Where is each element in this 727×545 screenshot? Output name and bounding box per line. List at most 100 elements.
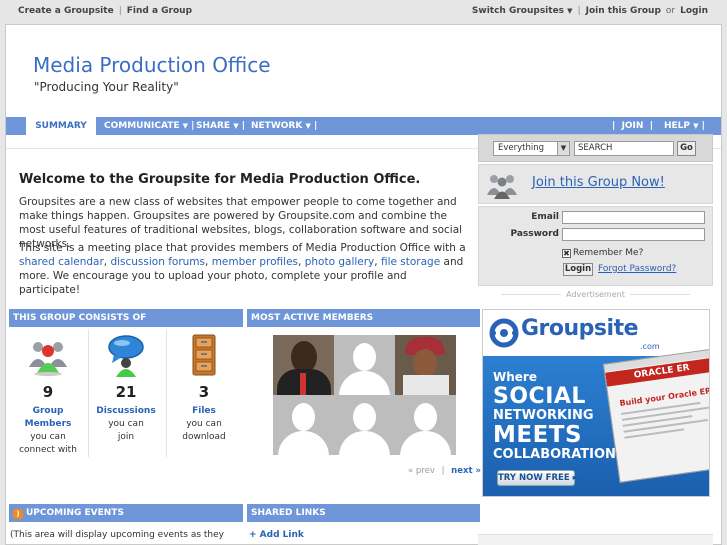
divider	[88, 329, 89, 457]
members-label[interactable]: Group Members	[12, 405, 84, 431]
tab-network-label: NETWORK	[251, 121, 303, 131]
ad-screenshot-title: Build your Oracle ERP	[619, 385, 710, 409]
forgot-password-link[interactable]: Forgot Password?	[598, 264, 676, 274]
file-storage-link[interactable]: file storage	[381, 256, 440, 268]
caret-down-icon: ▼	[693, 122, 699, 130]
members-label-line1: Group	[32, 406, 64, 416]
member-avatar-placeholder[interactable]	[395, 395, 456, 455]
members-icon	[485, 171, 519, 199]
switch-groupsites-menu[interactable]: Switch Groupsites ▼	[472, 6, 573, 16]
or-text: or	[665, 6, 676, 16]
find-group-link[interactable]: Find a Group	[127, 6, 192, 16]
checkbox-checked-icon: ✖	[562, 249, 571, 258]
tab-join[interactable]: | JOIN |	[612, 117, 653, 135]
try-now-free-button[interactable]: TRY NOW FREE ▸	[497, 470, 577, 486]
groupsite-logo-icon	[489, 318, 519, 348]
top-left-links: Create a Groupsite | Find a Group	[18, 6, 192, 16]
email-field[interactable]	[562, 211, 705, 224]
meeting-place-paragraph: This site is a meeting place that provid…	[19, 241, 469, 297]
welcome-heading: Welcome to the Groupsite for Media Produ…	[19, 172, 421, 187]
ad-line-where: Where	[493, 370, 537, 384]
search-scope-select[interactable]: Everything ▼	[493, 141, 570, 156]
most-active-members-heading: MOST ACTIVE MEMBERS	[247, 309, 480, 327]
ad-screenshot: ORACLE ER Build your Oracle ERP	[603, 347, 710, 483]
rss-icon[interactable]: )	[13, 509, 23, 519]
tab-summary[interactable]: SUMMARY	[26, 117, 96, 136]
stat-files[interactable]: 3 Files you can download	[168, 333, 240, 444]
top-utility-bar: Create a Groupsite | Find a Group Switch G…	[0, 0, 727, 24]
password-label: Password	[510, 229, 559, 239]
comma: ,	[298, 256, 305, 268]
switch-groupsites-label: Switch Groupsites	[471, 6, 565, 16]
member-avatar-placeholder[interactable]	[334, 395, 395, 455]
join-group-panel: Join this Group Now!	[478, 164, 713, 204]
tab-network[interactable]: NETWORK ▼ |	[251, 117, 317, 135]
add-link-button[interactable]: + Add Link	[249, 530, 304, 540]
next-panel-edge	[478, 534, 713, 545]
tab-communicate[interactable]: COMMUNICATE ▼ |	[104, 117, 194, 135]
stat-discussions[interactable]: 21 Discussions you can join	[90, 333, 162, 444]
discussions-desc-line1: you can	[108, 419, 144, 429]
login-link[interactable]: Login	[680, 6, 708, 16]
discussion-forums-link[interactable]: discussion forums	[110, 256, 205, 268]
tab-help-label: HELP	[664, 121, 691, 131]
advertisement-label: Advertisement	[478, 290, 713, 299]
remember-me-checkbox[interactable]: ✖ Remember Me?	[562, 248, 643, 258]
site-title[interactable]: Media Production Office	[33, 53, 271, 77]
join-group-link[interactable]: Join this Group	[586, 6, 661, 16]
groupsite-logo-text: Groupsite	[521, 316, 639, 341]
member-profiles-link[interactable]: member profiles	[212, 256, 298, 268]
divider: |	[118, 6, 122, 16]
chevron-down-icon: ▼	[557, 142, 569, 155]
top-right-links: Switch Groupsites ▼ | Join this Group or Log…	[472, 6, 708, 16]
members-label-line2: Members	[24, 419, 72, 429]
files-desc-line2: download	[182, 432, 226, 442]
member-photo[interactable]	[273, 335, 334, 395]
pager-divider: |	[441, 466, 445, 476]
prev-link[interactable]: « prev	[408, 466, 435, 476]
tab-help[interactable]: HELP ▼ |	[664, 117, 705, 135]
ad-line-social: SOCIAL	[493, 384, 586, 409]
search-input[interactable]: SEARCH	[574, 141, 674, 156]
ad-line-networking: NETWORKING	[493, 408, 594, 423]
stat-members[interactable]: 9 Group Members you can connect with	[12, 333, 84, 457]
caret-down-icon: ▼	[305, 122, 311, 130]
search-go-button[interactable]: Go	[677, 141, 696, 156]
caret-down-icon: ▼	[567, 7, 573, 15]
discussions-desc-line2: join	[117, 432, 135, 442]
password-field[interactable]	[562, 228, 705, 241]
groupsite-advertisement[interactable]: Groupsite .com ORACLE ER Build your Orac…	[482, 309, 710, 497]
files-desc: you can download	[168, 418, 240, 444]
next-link[interactable]: next »	[451, 466, 481, 476]
divider	[166, 329, 167, 457]
upcoming-events-label: UPCOMING EVENTS	[26, 508, 124, 518]
photo-gallery-link[interactable]: photo gallery	[305, 256, 375, 268]
member-photo[interactable]	[395, 335, 456, 395]
caret-down-icon: ▼	[233, 122, 239, 130]
discussions-icon	[104, 333, 148, 377]
login-panel: Email Password ✖ Remember Me? Login Forgo…	[478, 206, 713, 286]
comma: ,	[205, 256, 212, 268]
create-groupsite-link[interactable]: Create a Groupsite	[18, 6, 114, 16]
ad-line-meets: MEETS	[493, 422, 583, 448]
shared-calendar-link[interactable]: shared calendar	[19, 256, 104, 268]
member-avatar-placeholder[interactable]	[334, 335, 395, 395]
search-scope-value: Everything	[498, 143, 545, 153]
login-button[interactable]: Login	[563, 263, 593, 276]
member-avatar-placeholder[interactable]	[273, 395, 334, 455]
members-icon	[26, 333, 70, 377]
tab-share[interactable]: SHARE ▼ |	[196, 117, 245, 135]
comma: ,	[374, 256, 381, 268]
tab-join-label: JOIN	[621, 121, 644, 131]
files-label[interactable]: Files	[168, 405, 240, 418]
tab-communicate-label: COMMUNICATE	[104, 121, 180, 131]
join-group-now-link[interactable]: Join this Group Now!	[532, 175, 665, 190]
discussions-label[interactable]: Discussions	[90, 405, 162, 418]
shared-links-heading: SHARED LINKS	[247, 504, 480, 522]
ad-panel: ORACLE ER Build your Oracle ERP Where SO…	[483, 347, 709, 496]
site-slogan: "Producing Your Reality"	[34, 80, 179, 94]
discussions-desc: you can join	[90, 418, 162, 444]
upcoming-events-heading: ) UPCOMING EVENTS	[9, 504, 243, 522]
main-nav: SUMMARY COMMUNICATE ▼ | SHARE ▼ | NETWOR…	[6, 117, 721, 136]
files-desc-line1: you can	[186, 419, 222, 429]
